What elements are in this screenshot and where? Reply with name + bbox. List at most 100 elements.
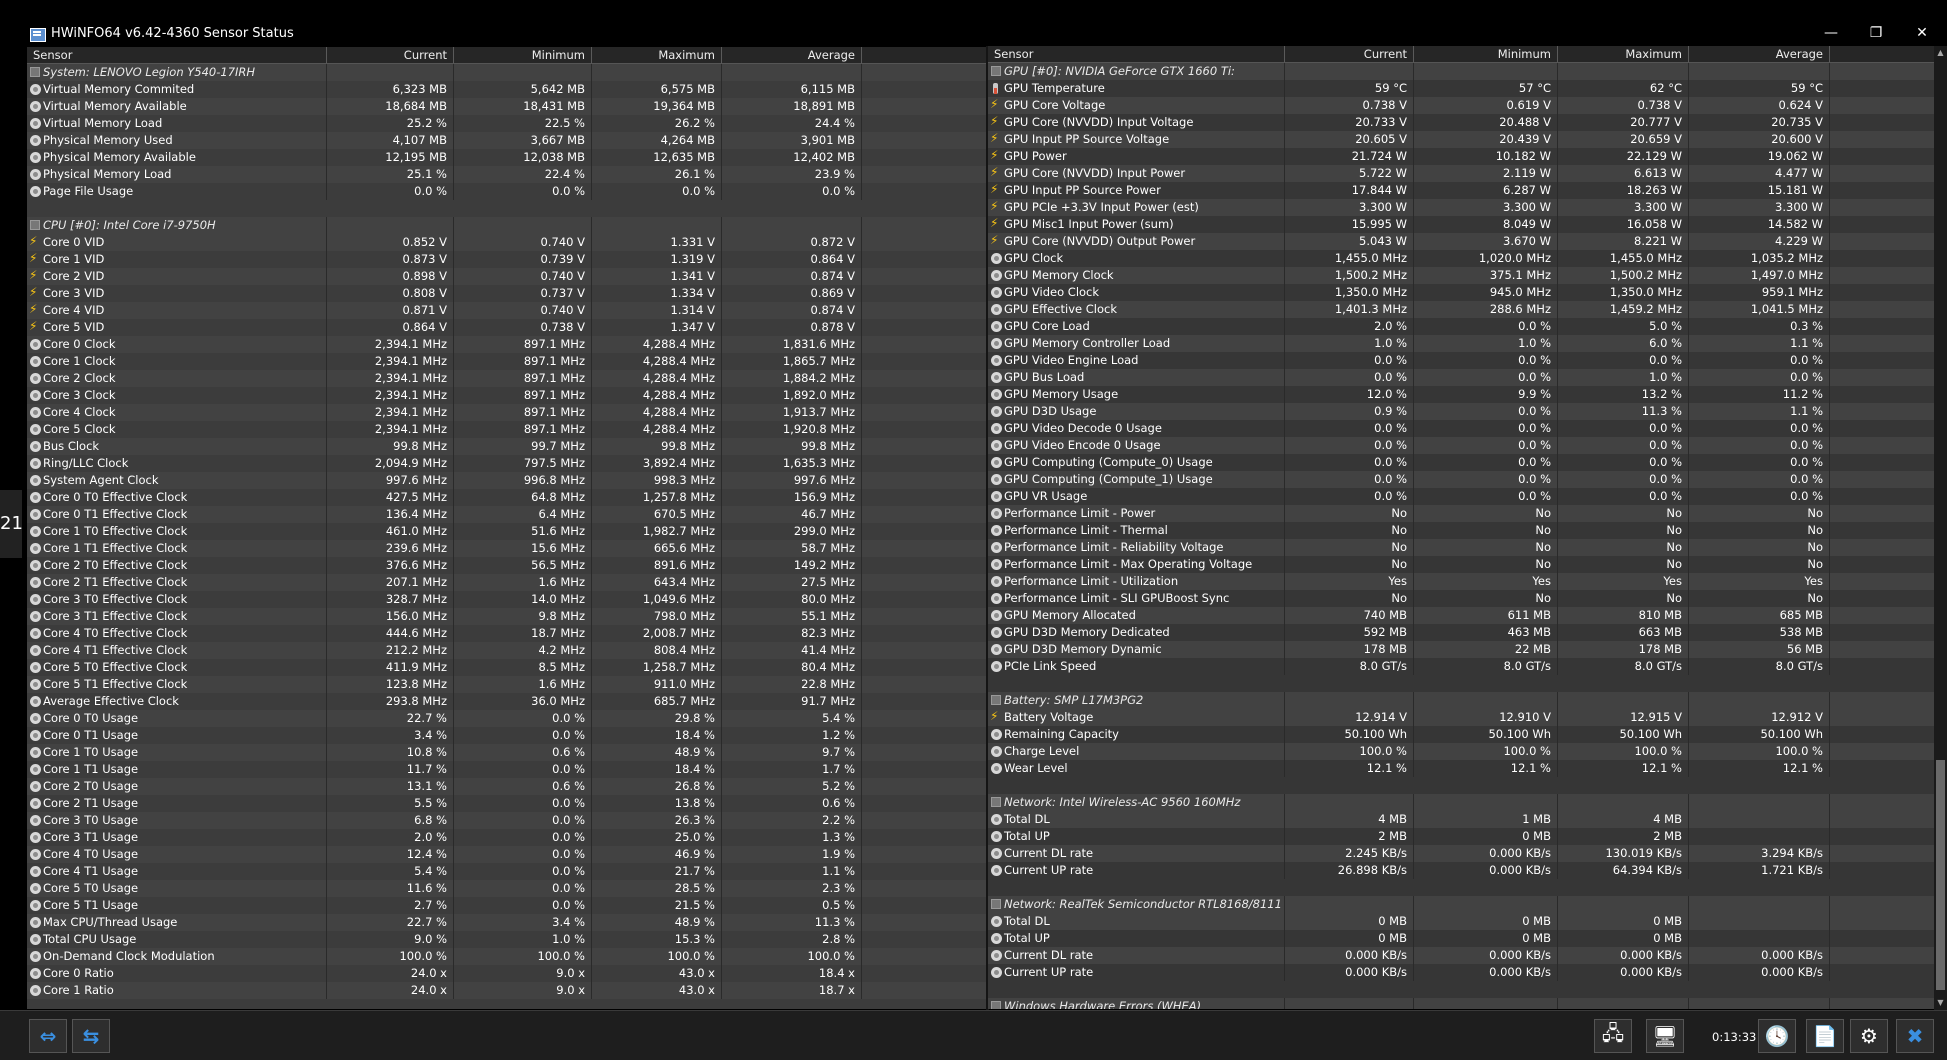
sensor-row[interactable]: Core 5 VID0.864 V0.738 V1.347 V0.878 V xyxy=(27,319,988,336)
sensor-row[interactable]: Virtual Memory Load 25.2 % 22.5 % 26.2 % 24.… xyxy=(27,115,988,132)
scroll-up-icon[interactable]: ▲ xyxy=(1934,46,1947,60)
sensor-row[interactable]: Total UP 2 MB 0 MB 2 MB xyxy=(988,828,1941,845)
sensor-row[interactable]: GPU Video Encode 0 Usage 0.0 % 0.0 % 0.0 % 0… xyxy=(988,437,1941,454)
sensor-row[interactable]: GPU Memory Usage 12.0 % 9.9 % 13.2 % 11.2 % xyxy=(988,386,1941,403)
sensor-row[interactable]: Core 4 T1 Usage 5.4 % 0.0 % 21.7 % 1.1 % xyxy=(27,863,988,880)
sensor-row[interactable]: Bus Clock 99.8 MHz 99.7 MHz 99.8 MHz 99.8 MH… xyxy=(27,438,988,455)
column-minimum[interactable]: Minimum xyxy=(454,47,592,63)
network-monitor-button[interactable]: 🖧 xyxy=(1594,1019,1632,1053)
sensor-row[interactable]: Core 4 T0 Usage 12.4 % 0.0 % 46.9 % 1.9 % xyxy=(27,846,988,863)
sensor-row[interactable]: Page File Usage 0.0 % 0.0 % 0.0 % 0.0 % xyxy=(27,183,988,200)
sensor-row[interactable]: Wear Level 12.1 % 12.1 % 12.1 % 12.1 % xyxy=(988,760,1941,777)
sensor-row[interactable]: Total DL 4 MB 1 MB 4 MB xyxy=(988,811,1941,828)
sensor-row[interactable]: Core 5 T1 Usage 2.7 % 0.0 % 21.5 % 0.5 % xyxy=(27,897,988,914)
column-maximum[interactable]: Maximum xyxy=(592,47,722,63)
sensor-row[interactable]: Core 0 T0 Usage 22.7 % 0.0 % 29.8 % 5.4 % xyxy=(27,710,988,727)
scroll-down-icon[interactable]: ▼ xyxy=(1934,996,1947,1010)
sensor-row[interactable]: Current UP rate 0.000 KB/s 0.000 KB/s 0.000… xyxy=(988,964,1941,981)
sensor-row[interactable]: Core 5 Clock 2,394.1 MHz 897.1 MHz 4,288.4 … xyxy=(27,421,988,438)
sensor-row[interactable]: Physical Memory Used 4,107 MB 3,667 MB 4,26… xyxy=(27,132,988,149)
sensor-row[interactable]: GPU VR Usage 0.0 % 0.0 % 0.0 % 0.0 % xyxy=(988,488,1941,505)
sensor-row[interactable]: GPU D3D Memory Dynamic 178 MB 22 MB 178 MB 5… xyxy=(988,641,1941,658)
sensor-row[interactable]: Core 2 T0 Effective Clock 376.6 MHz 56.5 M… xyxy=(27,557,988,574)
sensor-group-header[interactable]: Windows Hardware Errors (WHEA) xyxy=(988,998,1941,1009)
sensor-row[interactable]: GPU Temperature 59 °C 57 °C 62 °C 59 °C xyxy=(988,80,1941,97)
scroll-thumb[interactable] xyxy=(1936,760,1945,990)
sensor-row[interactable]: Core 5 T0 Usage 11.6 % 0.0 % 28.5 % 2.3 % xyxy=(27,880,988,897)
sensor-row[interactable]: GPU Core Load 2.0 % 0.0 % 5.0 % 0.3 % xyxy=(988,318,1941,335)
sensor-row[interactable]: On-Demand Clock Modulation 100.0 % 100.0 %… xyxy=(27,948,988,965)
sensor-row[interactable]: Performance Limit - Utilization Yes Yes Yes… xyxy=(988,573,1941,590)
sensor-row[interactable]: Performance Limit - Thermal No No No No xyxy=(988,522,1941,539)
sensor-row[interactable]: GPU Memory Controller Load 1.0 % 1.0 % 6.0 … xyxy=(988,335,1941,352)
sensor-row[interactable]: Core 3 T0 Usage 6.8 % 0.0 % 26.3 % 2.2 % xyxy=(27,812,988,829)
sensor-row[interactable]: Core 0 T1 Effective Clock 136.4 MHz 6.4 MH… xyxy=(27,506,988,523)
sensor-row[interactable]: Physical Memory Load 25.1 % 22.4 % 26.1 % 23… xyxy=(27,166,988,183)
sensor-row[interactable]: Remaining Capacity 50.100 Wh 50.100 Wh 50.1… xyxy=(988,726,1941,743)
sensor-group-header[interactable]: Battery: SMP L17M3PG2 xyxy=(988,692,1941,709)
sensor-row[interactable]: GPU Computing (Compute_0) Usage 0.0 % 0.0 … xyxy=(988,454,1941,471)
sensor-row[interactable]: Core 4 VID0.871 V0.740 V1.314 V0.874 V xyxy=(27,302,988,319)
sensor-row[interactable]: Core 3 T1 Usage 2.0 % 0.0 % 25.0 % 1.3 % xyxy=(27,829,988,846)
sensor-row[interactable]: GPU Memory Allocated 740 MB 611 MB 810 MB 68… xyxy=(988,607,1941,624)
sensor-row[interactable]: Core 1 VID0.873 V0.739 V1.319 V0.864 V xyxy=(27,251,988,268)
sensor-group-header[interactable]: Network: Intel Wireless-AC 9560 160MHz xyxy=(988,794,1941,811)
sensor-row[interactable]: PCIe Link Speed 8.0 GT/s 8.0 GT/s 8.0 GT/s 8… xyxy=(988,658,1941,675)
sensor-row[interactable]: Core 1 Ratio 24.0 x 9.0 x 43.0 x 18.7 x xyxy=(27,982,988,999)
sensor-row[interactable]: GPU Power21.724 W10.182 W22.129 W19.062 … xyxy=(988,148,1941,165)
column-sensor[interactable]: Sensor xyxy=(27,47,327,63)
sensor-row[interactable]: GPU Misc1 Input Power (sum)15.995 W8.049… xyxy=(988,216,1941,233)
sensor-group-header[interactable]: System: LENOVO Legion Y540-17IRH xyxy=(27,64,988,81)
sensor-row[interactable]: Total CPU Usage 9.0 % 1.0 % 15.3 % 2.8 % xyxy=(27,931,988,948)
sensor-row[interactable]: Core 5 T1 Effective Clock 123.8 MHz 1.6 MH… xyxy=(27,676,988,693)
sensor-row[interactable]: Current DL rate 0.000 KB/s 0.000 KB/s 0.000… xyxy=(988,947,1941,964)
sensor-row[interactable]: GPU D3D Usage 0.9 % 0.0 % 11.3 % 1.1 % xyxy=(988,403,1941,420)
column-maximum[interactable]: Maximum xyxy=(1558,46,1689,62)
sensor-row[interactable]: GPU Core (NVVDD) Input Voltage20.733 V20… xyxy=(988,114,1941,131)
sensor-row[interactable]: Core 5 T0 Effective Clock 411.9 MHz 8.5 MH… xyxy=(27,659,988,676)
column-average[interactable]: Average xyxy=(722,47,862,63)
restore-button[interactable]: ❐ xyxy=(1861,22,1891,44)
sensor-row[interactable]: Performance Limit - SLI GPUBoost Sync No N… xyxy=(988,590,1941,607)
sensor-row[interactable]: Core 3 Clock 2,394.1 MHz 897.1 MHz 4,288.4 … xyxy=(27,387,988,404)
sensor-row[interactable]: Charge Level 100.0 % 100.0 % 100.0 % 100.0 % xyxy=(988,743,1941,760)
sensor-row[interactable]: Total UP 0 MB 0 MB 0 MB xyxy=(988,930,1941,947)
column-sensor[interactable]: Sensor xyxy=(988,46,1285,62)
sensor-row[interactable]: GPU Video Decode 0 Usage 0.0 % 0.0 % 0.0 % 0… xyxy=(988,420,1941,437)
sensor-row[interactable]: Core 2 T1 Effective Clock 207.1 MHz 1.6 MH… xyxy=(27,574,988,591)
column-current[interactable]: Current xyxy=(1285,46,1414,62)
sensor-row[interactable]: Core 3 T1 Effective Clock 156.0 MHz 9.8 MH… xyxy=(27,608,988,625)
logging-button[interactable]: 📄 xyxy=(1806,1019,1844,1053)
remote-sensors-button[interactable]: 🖥 xyxy=(1646,1019,1684,1053)
sensor-group-header[interactable]: Network: RealTek Semiconductor RTL8168/8… xyxy=(988,896,1941,913)
sensor-row[interactable]: GPU Input PP Source Voltage20.605 V20.43… xyxy=(988,131,1941,148)
column-average[interactable]: Average xyxy=(1689,46,1830,62)
sensor-row[interactable]: Total DL 0 MB 0 MB 0 MB xyxy=(988,913,1941,930)
sensor-row[interactable]: Physical Memory Available 12,195 MB 12,038… xyxy=(27,149,988,166)
sensor-row[interactable]: GPU Core Voltage0.738 V0.619 V0.738 V0.6… xyxy=(988,97,1941,114)
sensor-row[interactable]: Core 2 T1 Usage 5.5 % 0.0 % 13.8 % 0.6 % xyxy=(27,795,988,812)
sensor-row[interactable]: Core 2 Clock 2,394.1 MHz 897.1 MHz 4,288.4 … xyxy=(27,370,988,387)
sensor-row[interactable]: Core 0 T1 Usage 3.4 % 0.0 % 18.4 % 1.2 % xyxy=(27,727,988,744)
sensor-row[interactable]: Core 0 T0 Effective Clock 427.5 MHz 64.8 M… xyxy=(27,489,988,506)
sensor-row[interactable]: Core 1 Clock 2,394.1 MHz 897.1 MHz 4,288.4 … xyxy=(27,353,988,370)
reset-timer-button[interactable]: 🕓 xyxy=(1758,1019,1796,1053)
sensor-row[interactable]: Performance Limit - Power No No No No xyxy=(988,505,1941,522)
minimize-button[interactable]: — xyxy=(1816,22,1846,44)
sensor-row[interactable]: Core 1 T0 Usage 10.8 % 0.6 % 48.9 % 9.7 % xyxy=(27,744,988,761)
collapse-columns-button[interactable]: ⇆ xyxy=(72,1019,110,1053)
sensor-row[interactable]: GPU Clock 1,455.0 MHz 1,020.0 MHz 1,455.0 M… xyxy=(988,250,1941,267)
sensor-row[interactable]: Battery Voltage12.914 V12.910 V12.915 V1… xyxy=(988,709,1941,726)
sensor-row[interactable]: GPU PCIe +3.3V Input Power (est)3.300 W3… xyxy=(988,199,1941,216)
sensor-row[interactable]: Core 3 T0 Effective Clock 328.7 MHz 14.0 M… xyxy=(27,591,988,608)
expand-columns-button[interactable]: ⇔ xyxy=(29,1019,67,1053)
close-button[interactable]: ✕ xyxy=(1907,22,1937,44)
sensor-row[interactable]: Core 2 VID0.898 V0.740 V1.341 V0.874 V xyxy=(27,268,988,285)
close-sensors-button[interactable]: ✖ xyxy=(1896,1019,1934,1053)
sensor-row[interactable]: GPU Core (NVVDD) Input Power5.722 W2.119… xyxy=(988,165,1941,182)
sensor-row[interactable]: Core 1 T1 Usage 11.7 % 0.0 % 18.4 % 1.7 % xyxy=(27,761,988,778)
sensor-row[interactable]: GPU Video Engine Load 0.0 % 0.0 % 0.0 % 0.0 … xyxy=(988,352,1941,369)
sensor-row[interactable]: Core 4 T1 Effective Clock 212.2 MHz 4.2 MH… xyxy=(27,642,988,659)
sensor-row[interactable]: GPU Bus Load 0.0 % 0.0 % 1.0 % 0.0 % xyxy=(988,369,1941,386)
sensor-row[interactable]: Core 1 T0 Effective Clock 461.0 MHz 51.6 M… xyxy=(27,523,988,540)
